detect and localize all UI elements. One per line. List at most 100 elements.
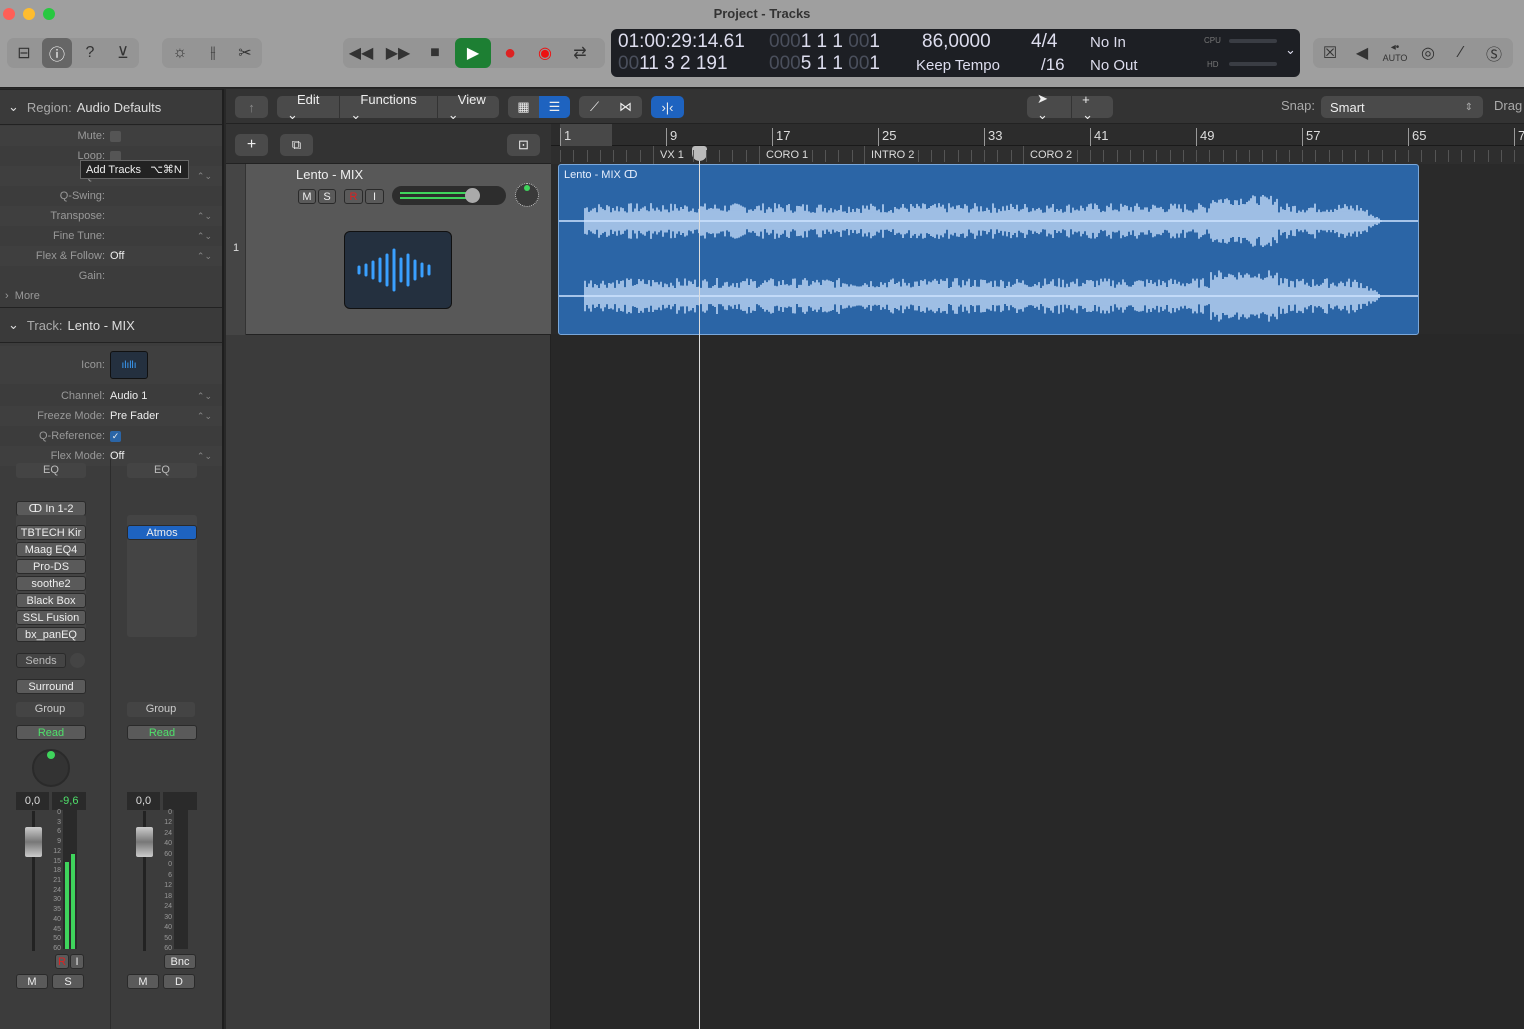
dim-button[interactable]: D xyxy=(163,974,195,989)
pan-knob[interactable] xyxy=(515,183,539,207)
mute-button[interactable]: M xyxy=(127,974,159,989)
track-param-row[interactable]: Q-Reference: ✓ xyxy=(0,426,222,446)
record-enable-button[interactable]: R xyxy=(344,189,363,204)
track-row[interactable]: 1 Lento - MIX M S R I xyxy=(226,164,551,335)
input-slot[interactable]: ↀ In 1-2 xyxy=(16,501,86,516)
record-icon[interactable]: ● xyxy=(495,38,525,68)
marker[interactable]: VX 1 xyxy=(653,146,684,164)
inspector-icon[interactable]: ⓘ xyxy=(42,38,72,68)
bounce-button[interactable]: Bnc xyxy=(164,954,196,969)
editors-icon[interactable]: ✂ xyxy=(230,38,260,68)
mute-button[interactable]: M xyxy=(16,974,48,989)
more-disclosure[interactable]: › More xyxy=(0,286,222,306)
track-volume-slider[interactable] xyxy=(392,186,506,205)
plugin-slot[interactable]: soothe2 xyxy=(16,576,86,591)
catch-up-icon[interactable]: ↑ xyxy=(235,96,268,118)
track-param-row[interactable]: Icon: ılıllı xyxy=(0,346,222,384)
surround-button[interactable]: Surround xyxy=(16,679,86,694)
volume-fader[interactable] xyxy=(136,827,153,857)
marker[interactable]: CORO 1 xyxy=(759,146,809,164)
track-inspector-header[interactable]: ⌄ Track: Lento - MIX xyxy=(0,307,222,343)
crosshair-tool-icon[interactable]: + ⌄ xyxy=(1071,91,1113,123)
rewind-icon[interactable]: ◀◀ xyxy=(346,38,376,68)
plugin-slot[interactable]: Atmos xyxy=(127,525,197,540)
group-slot[interactable]: Group xyxy=(16,702,84,717)
region-param-row[interactable]: Fine Tune: ⌃⌄ xyxy=(0,226,222,246)
surround-panner[interactable] xyxy=(32,749,70,787)
input-monitor-button[interactable]: I xyxy=(365,189,384,204)
track-name[interactable]: Lento - MIX xyxy=(296,167,363,182)
lcd-display[interactable]: 01:00:29:14.61 0011 3 2 191 0001 1 1 001… xyxy=(611,29,1300,77)
download-icon[interactable]: ⊻ xyxy=(108,38,138,68)
mixer-icon[interactable]: ⫲ xyxy=(198,38,228,68)
snap-playhead-icon[interactable]: ›|‹ xyxy=(651,96,684,118)
plugin-slot[interactable]: TBTECH Kir xyxy=(16,525,86,540)
input-monitor-button[interactable]: I xyxy=(70,954,84,969)
marker[interactable]: CORO 2 xyxy=(1023,146,1073,164)
group-slot[interactable]: Group xyxy=(127,702,195,717)
region-param-row[interactable]: Transpose: ⌃⌄ xyxy=(0,206,222,226)
bar-ruler[interactable] xyxy=(551,124,1524,146)
track-param-row[interactable]: Channel: Audio 1 ⌃⌄ xyxy=(0,386,222,406)
volume-fader[interactable] xyxy=(25,827,42,857)
volume-icon[interactable]: ◀ xyxy=(1347,38,1377,68)
audio-region[interactable]: Lento - MIX ↀ xyxy=(558,164,1419,335)
meter-scale-label: 0 xyxy=(57,809,61,816)
time-signature[interactable]: 4/4 xyxy=(1031,31,1057,53)
edit-menu[interactable]: Edit ⌄ xyxy=(277,92,339,123)
track-param-row[interactable]: Freeze Mode: Pre Fader ⌃⌄ xyxy=(0,406,222,426)
solo-button[interactable]: S xyxy=(52,974,84,989)
cycle-icon[interactable]: ⇄ xyxy=(565,38,595,68)
solo-button[interactable]: S xyxy=(318,189,336,204)
division[interactable]: /16 xyxy=(1041,55,1065,75)
plugin-slot[interactable]: Maag EQ4 xyxy=(16,542,86,557)
arrange-area[interactable]: Lento - MIX ↀ 1 9 17 25 33 41 49 57 65 73 VX 1 CORO… xyxy=(551,124,1524,1029)
automation-icon[interactable]: ◂• AUTO xyxy=(1380,38,1410,68)
automation-mode[interactable]: Read xyxy=(127,725,197,740)
plugin-slot[interactable]: bx_panEQ xyxy=(16,627,86,642)
playhead-handle[interactable] xyxy=(692,146,707,161)
list-view-icon[interactable]: ☰ xyxy=(539,96,570,118)
mute-button[interactable]: M xyxy=(298,189,316,204)
pointer-tool-icon[interactable]: ➤ ⌄ xyxy=(1027,91,1071,123)
view-menu[interactable]: View ⌄ xyxy=(436,91,506,123)
library-icon[interactable]: ⊟ xyxy=(9,38,39,68)
chevron-down-icon[interactable]: ⌄ xyxy=(1285,42,1296,58)
sends-slot[interactable]: Sends xyxy=(16,653,66,668)
region-param-row[interactable]: Gain: xyxy=(0,266,222,286)
plugin-slot[interactable]: SSL Fusion xyxy=(16,610,86,625)
tempo[interactable]: 86,0000 xyxy=(922,31,991,53)
record-enable-button[interactable]: R xyxy=(55,954,69,969)
metronome-icon[interactable]: ⁄ xyxy=(1446,38,1476,68)
region-param-row[interactable]: Flex & Follow: Off ⌃⌄ xyxy=(0,246,222,266)
duplicate-track-button[interactable]: ⧉ xyxy=(280,134,313,156)
tuner-icon[interactable]: ◎ xyxy=(1413,38,1443,68)
automation-curve-icon[interactable]: ⟋ xyxy=(579,99,610,115)
eq-slot[interactable]: EQ xyxy=(127,463,197,478)
automation-mode[interactable]: Read xyxy=(16,725,86,740)
region-param-row[interactable]: Mute: xyxy=(0,126,222,146)
region-inspector-header[interactable]: ⌄ Region: Audio Defaults xyxy=(0,89,222,125)
plugin-slot[interactable]: Pro-DS xyxy=(16,559,86,574)
playhead[interactable] xyxy=(699,146,700,1029)
functions-menu[interactable]: Functions ⌄ xyxy=(339,91,436,123)
plugin-slot[interactable]: Black Box xyxy=(16,593,86,608)
tempo-mode[interactable]: Keep Tempo xyxy=(916,57,1000,74)
marker[interactable]: INTRO 2 xyxy=(864,146,915,164)
track-folder-button[interactable]: ⊡ xyxy=(507,134,540,156)
flex-icon[interactable]: ⋈ xyxy=(610,99,641,115)
fast-forward-icon[interactable]: ▶▶ xyxy=(383,38,413,68)
waveform-track-icon[interactable] xyxy=(344,231,452,309)
region-param-row[interactable]: Q-Swing: xyxy=(0,186,222,206)
eq-slot[interactable]: EQ xyxy=(16,463,86,478)
add-track-button[interactable]: + xyxy=(235,134,268,156)
capture-record-icon[interactable]: ◉ xyxy=(530,38,560,68)
snap-select[interactable]: Smart ⇕ xyxy=(1321,96,1483,118)
smart-controls-icon[interactable]: ☼ xyxy=(165,38,195,68)
quick-help-icon[interactable]: ? xyxy=(75,38,105,68)
list-editors-icon[interactable]: ☒ xyxy=(1315,38,1345,68)
stop-icon[interactable]: ■ xyxy=(420,38,450,68)
grid-view-icon[interactable]: ▦ xyxy=(508,99,539,115)
score-icon[interactable]: Ⓢ xyxy=(1479,38,1509,68)
play-icon[interactable]: ▶ xyxy=(455,38,491,68)
